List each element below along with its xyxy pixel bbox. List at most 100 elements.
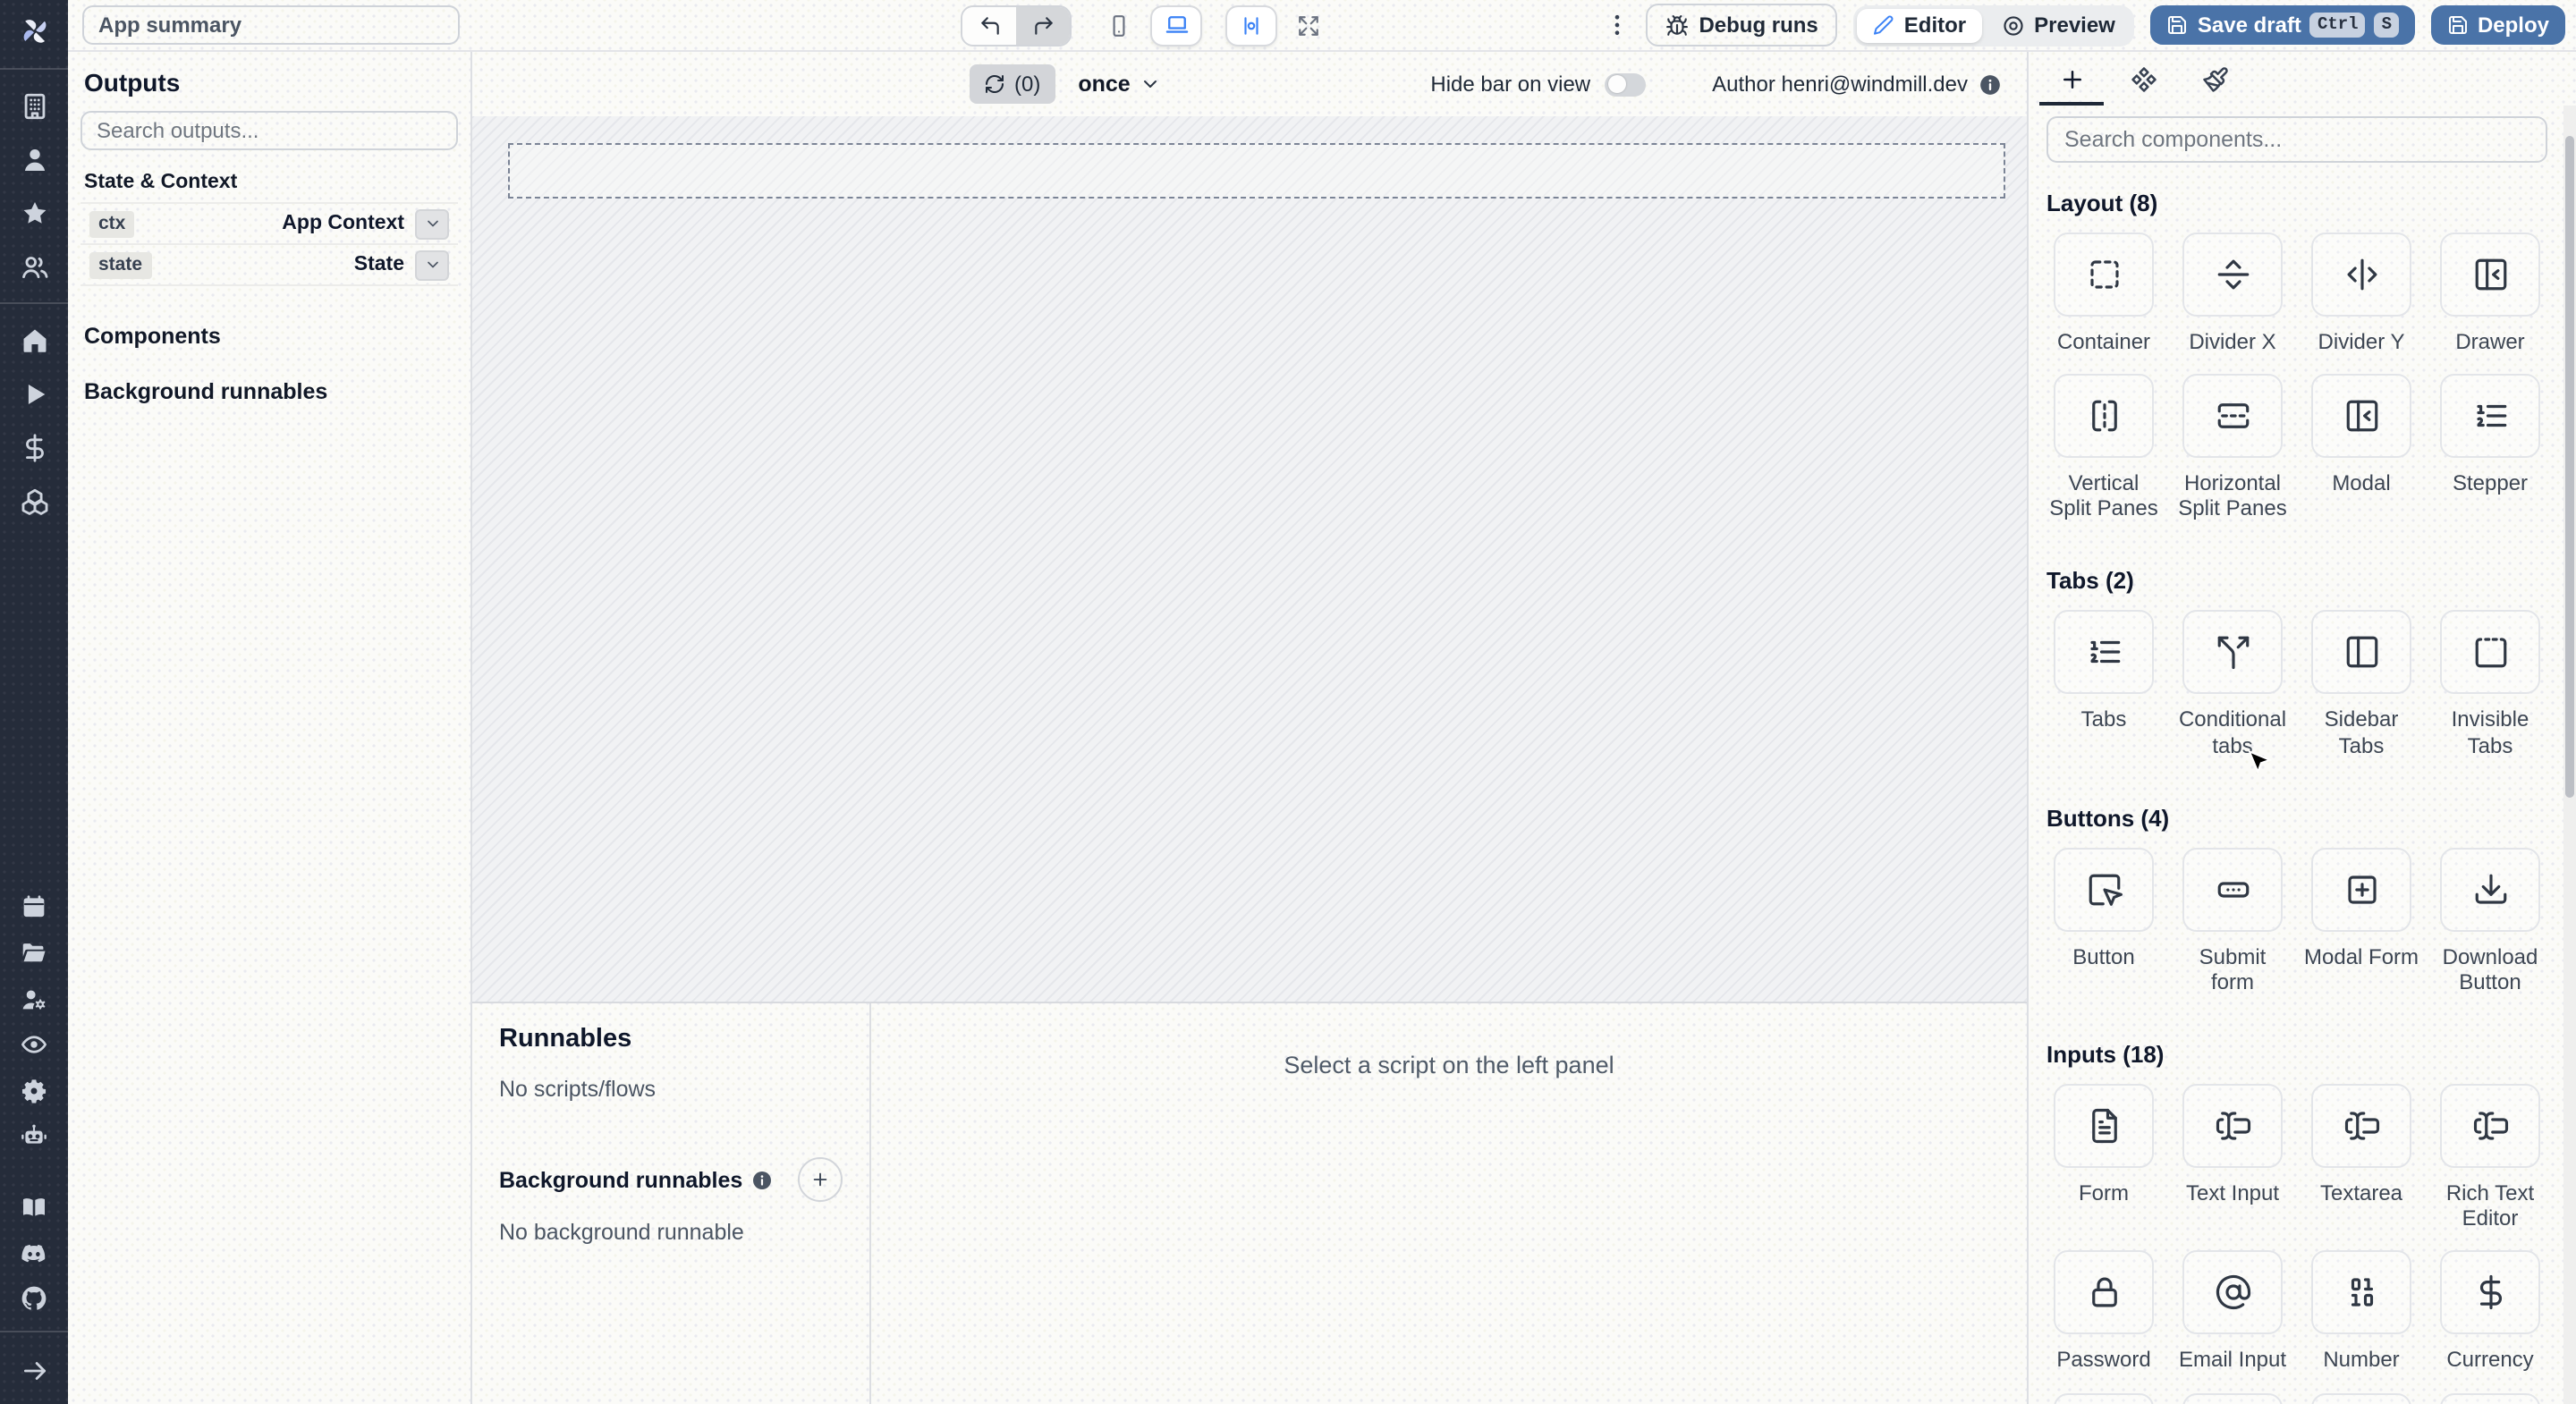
component-card-box[interactable] bbox=[2311, 1392, 2411, 1404]
component-card-box[interactable] bbox=[2311, 847, 2411, 932]
component-card-box[interactable] bbox=[2054, 1084, 2154, 1169]
github-icon[interactable] bbox=[20, 1284, 48, 1313]
search-outputs-input[interactable] bbox=[80, 111, 458, 150]
component-card-email-input[interactable]: Email Input bbox=[2175, 1250, 2290, 1373]
boxes-icon[interactable] bbox=[19, 486, 49, 516]
info-icon[interactable] bbox=[1979, 72, 2002, 96]
component-card-number[interactable]: Number bbox=[2304, 1250, 2419, 1373]
empty-grid-dropzone[interactable] bbox=[508, 143, 2005, 199]
component-card-box[interactable] bbox=[2182, 1250, 2283, 1335]
scrollbar-track[interactable] bbox=[2563, 106, 2576, 1404]
component-card-sidebar-tabs[interactable]: Sidebar Tabs bbox=[2304, 610, 2419, 758]
component-card-slider[interactable]: Slider bbox=[2046, 1392, 2161, 1404]
component-card-box[interactable] bbox=[2440, 1392, 2540, 1404]
component-card-password[interactable]: Password bbox=[2046, 1250, 2161, 1373]
component-card-date[interactable]: Date bbox=[2304, 1392, 2419, 1404]
component-card-box[interactable] bbox=[2054, 1250, 2154, 1335]
play-icon[interactable] bbox=[19, 378, 49, 409]
component-card-box[interactable] bbox=[2182, 847, 2283, 932]
debug-runs-button[interactable]: Debug runs bbox=[1645, 4, 1838, 47]
component-card-box[interactable] bbox=[2182, 610, 2283, 695]
component-card-textarea[interactable]: Textarea bbox=[2304, 1084, 2419, 1231]
windmill-logo-icon[interactable] bbox=[15, 13, 53, 50]
component-card-box[interactable] bbox=[2311, 610, 2411, 695]
center-canvas-button[interactable] bbox=[1225, 4, 1277, 46]
component-card-box[interactable] bbox=[2440, 374, 2540, 459]
desktop-view-button[interactable] bbox=[1150, 4, 1202, 46]
hide-bar-toggle[interactable] bbox=[1605, 72, 1647, 96]
state-context-row-state[interactable]: state State bbox=[80, 243, 458, 286]
expand-row-chevron-button[interactable] bbox=[415, 208, 449, 239]
component-card-form[interactable]: Form bbox=[2046, 1084, 2161, 1231]
component-card-conditional-tabs[interactable]: Conditional tabs bbox=[2175, 610, 2290, 758]
component-card-invisible-tabs[interactable]: Invisible Tabs bbox=[2433, 610, 2547, 758]
app-summary-input[interactable] bbox=[82, 5, 460, 45]
fullwidth-canvas-button[interactable] bbox=[1284, 6, 1333, 44]
user-icon[interactable] bbox=[19, 144, 49, 174]
recurrence-dropdown[interactable]: once bbox=[1078, 72, 1160, 97]
component-card-range[interactable]: Range bbox=[2175, 1392, 2290, 1404]
scrollbar-thumb[interactable] bbox=[2565, 136, 2574, 798]
component-card-box[interactable] bbox=[2054, 847, 2154, 932]
component-card-box[interactable] bbox=[2311, 1250, 2411, 1335]
folder-icon[interactable] bbox=[20, 939, 48, 968]
search-components-input[interactable] bbox=[2046, 116, 2547, 163]
user-cog-icon[interactable] bbox=[20, 985, 48, 1013]
eye-icon[interactable] bbox=[20, 1030, 48, 1059]
mobile-view-button[interactable] bbox=[1095, 6, 1143, 44]
home-icon[interactable] bbox=[19, 325, 49, 355]
component-card-box[interactable] bbox=[2054, 233, 2154, 317]
editor-mode-button[interactable]: Editor bbox=[1857, 8, 1983, 42]
refresh-count-button[interactable]: (0) bbox=[970, 64, 1055, 104]
component-card-box[interactable] bbox=[2440, 1250, 2540, 1335]
component-card-box[interactable] bbox=[2054, 1392, 2154, 1404]
component-card-box[interactable] bbox=[2440, 233, 2540, 317]
save-draft-button[interactable]: Save draft Ctrl S bbox=[2150, 5, 2415, 45]
component-card-rich-text-editor[interactable]: Rich Text Editor bbox=[2433, 1084, 2547, 1231]
palette-tab-plus[interactable] bbox=[2036, 52, 2107, 106]
calendar-icon[interactable] bbox=[20, 893, 48, 922]
book-open-icon[interactable] bbox=[20, 1193, 48, 1222]
more-menu-kebab-icon[interactable] bbox=[1604, 11, 1629, 39]
component-card-download-button[interactable]: Download Button bbox=[2433, 847, 2547, 995]
component-card-box[interactable] bbox=[2182, 233, 2283, 317]
component-card-box[interactable] bbox=[2182, 1392, 2283, 1404]
app-canvas[interactable] bbox=[472, 116, 2027, 1002]
component-card-box[interactable] bbox=[2311, 1084, 2411, 1169]
preview-mode-button[interactable]: Preview bbox=[1986, 8, 2131, 42]
undo-button[interactable] bbox=[962, 6, 1016, 44]
component-card-box[interactable] bbox=[2182, 1084, 2283, 1169]
component-card-box[interactable] bbox=[2054, 374, 2154, 459]
component-card-drawer[interactable]: Drawer bbox=[2433, 233, 2547, 354]
component-card-divider-y[interactable]: Divider Y bbox=[2304, 233, 2419, 354]
dollar-icon[interactable] bbox=[19, 432, 49, 462]
component-card-box[interactable] bbox=[2311, 233, 2411, 317]
component-card-box[interactable] bbox=[2440, 847, 2540, 932]
component-card-stepper[interactable]: Stepper bbox=[2433, 374, 2547, 521]
gear-icon[interactable] bbox=[20, 1077, 48, 1105]
component-card-box[interactable] bbox=[2054, 610, 2154, 695]
component-card-modal-form[interactable]: Modal Form bbox=[2304, 847, 2419, 995]
component-card-text-input[interactable]: Text Input bbox=[2175, 1084, 2290, 1231]
info-icon[interactable] bbox=[751, 1169, 773, 1190]
palette-tab-paintbrush[interactable] bbox=[2179, 52, 2250, 106]
component-card-box[interactable] bbox=[2440, 610, 2540, 695]
component-card-tabs[interactable]: Tabs bbox=[2046, 610, 2161, 758]
component-card-box[interactable] bbox=[2311, 374, 2411, 459]
component-card-horizontal-split-panes[interactable]: Horizontal Split Panes bbox=[2175, 374, 2290, 521]
expand-row-chevron-button[interactable] bbox=[415, 250, 449, 280]
state-context-row-ctx[interactable]: ctx App Context bbox=[80, 202, 458, 243]
component-card-container[interactable]: Container bbox=[2046, 233, 2161, 354]
users-icon[interactable] bbox=[19, 251, 49, 282]
palette-tab-component[interactable] bbox=[2107, 52, 2179, 106]
component-card-button[interactable]: Button bbox=[2046, 847, 2161, 995]
component-card-submit-form[interactable]: Submit form bbox=[2175, 847, 2290, 995]
redo-button[interactable] bbox=[1016, 6, 1070, 44]
component-card-currency[interactable]: Currency bbox=[2433, 1250, 2547, 1373]
bot-icon[interactable] bbox=[20, 1122, 48, 1151]
expand-sidebar-arrow-right-icon[interactable] bbox=[19, 1356, 49, 1386]
star-icon[interactable] bbox=[19, 198, 49, 228]
discord-icon[interactable] bbox=[20, 1239, 48, 1267]
component-card-box[interactable] bbox=[2440, 1084, 2540, 1169]
component-card-divider-x[interactable]: Divider X bbox=[2175, 233, 2290, 354]
